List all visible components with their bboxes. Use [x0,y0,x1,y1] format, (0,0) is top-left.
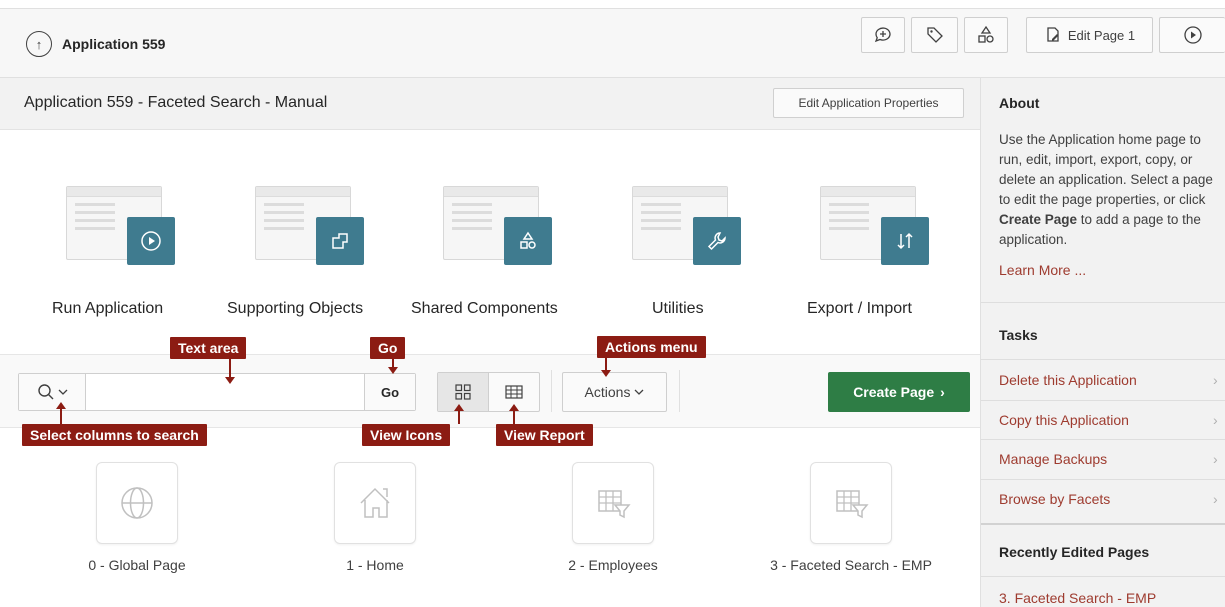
edit-page-icon [1047,27,1059,42]
actions-menu-button[interactable]: Actions [562,372,667,412]
export-import-label[interactable]: Export / Import [807,300,912,318]
utilities-label[interactable]: Utilities [652,300,704,318]
edit-page-button[interactable]: Edit Page 1 [1026,17,1153,53]
page-label-global[interactable]: 0 - Global Page [37,557,237,573]
about-text: Use the Application home page to run, ed… [999,130,1224,250]
page-label-home[interactable]: 1 - Home [275,557,475,573]
add-comment-icon [874,27,891,43]
supporting-objects-icon [316,217,364,265]
search-bar: Go [18,373,416,411]
shared-components-label[interactable]: Shared Components [411,300,558,318]
right-sidebar: About Use the Application home page to r… [980,78,1225,607]
page-card-home[interactable] [334,462,416,544]
create-page-label: Create Page [853,384,935,400]
sidebar-divider [981,359,1225,360]
recent-pages-title: Recently Edited Pages [999,544,1150,560]
faceted-table-icon [598,490,631,519]
home-icon [360,487,390,518]
page-title: Application 559 - Faceted Search - Manua… [24,94,328,111]
task-delete-application[interactable]: Delete this Application [999,372,1137,388]
callout-select-columns: Select columns to search [22,424,207,446]
go-button[interactable]: Go [364,374,415,410]
page-card-global[interactable] [96,462,178,544]
callout-arrow [513,410,515,424]
select-columns-button[interactable] [19,374,86,410]
callout-arrow [60,408,62,424]
app-title-group[interactable]: ↑ Application 559 [26,31,165,57]
view-toggle [437,372,540,412]
chevron-right-icon: › [1213,451,1218,467]
chevron-right-icon: › [940,384,945,400]
wrench-icon [693,217,741,265]
page-label-employees[interactable]: 2 - Employees [513,557,713,573]
actions-label: Actions [584,384,631,400]
shared-components-button[interactable] [964,17,1008,53]
callout-arrow [458,410,460,424]
task-browse-by-facets[interactable]: Browse by Facets [999,491,1110,507]
sidebar-divider [981,439,1225,440]
sidebar-divider [981,302,1225,303]
up-down-arrows-icon [881,217,929,265]
about-text-bold: Create Page [999,212,1078,227]
callout-arrowhead [388,367,398,374]
edit-application-properties-button[interactable]: Edit Application Properties [773,88,964,118]
add-comment-button[interactable] [861,17,905,53]
callout-arrowhead [225,377,235,384]
run-page-button[interactable] [1159,17,1225,53]
chevron-right-icon: › [1213,491,1218,507]
callout-view-icons: View Icons [362,424,451,446]
supporting-objects-label[interactable]: Supporting Objects [227,300,363,318]
recent-page-link[interactable]: 3. Faceted Search - EMP [999,590,1156,606]
table-icon [505,385,523,399]
sidebar-divider [981,400,1225,401]
tasks-title: Tasks [999,327,1038,343]
page-label-faceted-search[interactable]: 3 - Faceted Search - EMP [751,557,951,573]
globe-icon [121,487,153,519]
callout-actions-menu: Actions menu [597,336,706,358]
callout-go: Go [370,337,406,359]
toolbar-divider [679,370,680,412]
shapes-icon [504,217,552,265]
sidebar-divider [981,576,1225,577]
create-page-button[interactable]: Create Page › [828,372,970,412]
tag-icon [926,27,943,43]
edit-page-label: Edit Page 1 [1067,27,1136,43]
callout-arrowhead [601,370,611,377]
toolbar-divider [551,370,552,412]
run-page-icon [1183,26,1202,44]
faceted-table-icon [836,490,869,519]
chevron-down-icon [58,389,67,395]
chevron-right-icon: › [1213,372,1218,388]
play-circle-icon [127,217,175,265]
task-copy-application[interactable]: Copy this Application [999,412,1129,428]
sidebar-divider [981,479,1225,480]
search-icon [37,384,53,400]
tag-button[interactable] [911,17,958,53]
about-text-part: Use the Application home page to run, ed… [999,132,1213,207]
chevron-down-icon [634,389,644,395]
page-card-faceted-search[interactable] [810,462,892,544]
callout-text-area: Text area [170,337,247,359]
chevron-right-icon: › [1213,412,1218,428]
app-title: Application 559 [62,36,166,52]
run-application-label[interactable]: Run Application [52,300,163,318]
task-manage-backups[interactable]: Manage Backups [999,451,1107,467]
shared-components-icon [978,25,994,43]
callout-arrow [229,359,231,379]
up-arrow-circle-icon[interactable]: ↑ [26,31,52,57]
learn-more-link[interactable]: Learn More ... [999,262,1086,278]
page-card-employees[interactable] [572,462,654,544]
about-title: About [999,95,1040,111]
callout-view-report: View Report [496,424,593,446]
grid-icon [455,384,471,400]
sidebar-divider [981,523,1225,525]
